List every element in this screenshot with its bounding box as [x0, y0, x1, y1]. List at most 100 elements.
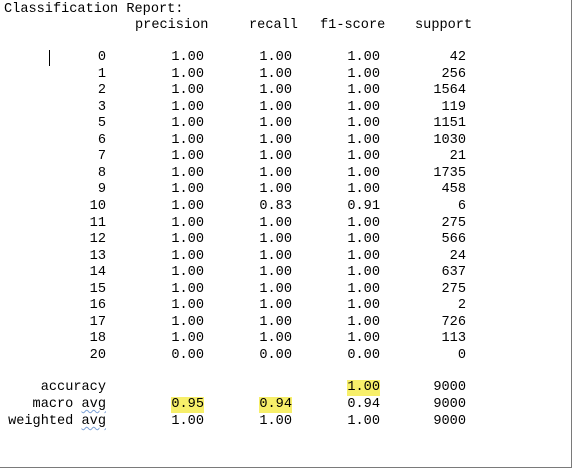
row-recall: 1.00	[259, 116, 292, 132]
text-area[interactable]: Classification Report: precision recall …	[0, 0, 572, 468]
row-support: 256	[441, 66, 466, 82]
row-label: 5	[97, 116, 106, 132]
row-f1-score: 1.00	[347, 149, 380, 165]
header-support: support	[415, 18, 473, 33]
row-precision: 1.00	[171, 248, 204, 264]
row-f1-score: 1.00	[347, 182, 380, 198]
row-precision: 1.00	[171, 298, 204, 314]
row-f1-score: 1.00	[347, 281, 380, 297]
row-support: 566	[441, 232, 466, 248]
row-recall: 1.00	[259, 83, 292, 99]
row-precision: 1.00	[171, 99, 204, 115]
row-recall: 1.00	[259, 149, 292, 165]
row-support: 21	[449, 149, 466, 165]
row-f1-score: 1.00	[347, 99, 380, 115]
row-label: 6	[97, 132, 106, 148]
row-f1-score: 0.91	[347, 198, 380, 214]
row-support: 119	[441, 99, 466, 115]
row-precision: 1.00	[171, 182, 204, 198]
header-recall: recall	[249, 18, 298, 33]
row-precision: 1.00	[171, 50, 204, 65]
row-f1-score: 1.00	[347, 165, 380, 181]
row-precision: 1.00	[171, 116, 204, 132]
header-f1-score: f1-score	[320, 18, 386, 33]
row-f1-score: 1.00	[347, 331, 380, 347]
row-recall: 1.00	[259, 298, 292, 314]
row-recall: 1.00	[259, 314, 292, 330]
row-f1-score: 1.00	[347, 248, 380, 264]
macro-avg-f1: 0.94	[347, 397, 380, 412]
weighted-avg-recall: 1.00	[259, 414, 292, 429]
row-precision: 1.00	[171, 232, 204, 248]
row-f1-score: 0.00	[347, 347, 380, 363]
macro-avg-support: 9000	[433, 397, 466, 412]
row-precision: 1.00	[171, 83, 204, 99]
header-precision: precision	[135, 18, 209, 33]
row-precision: 1.00	[171, 331, 204, 347]
row-support: 42	[449, 50, 466, 65]
row-recall: 1.00	[259, 281, 292, 297]
row-label: 7	[97, 149, 106, 165]
row-f1-score: 1.00	[347, 66, 380, 82]
row-label: 3	[97, 99, 106, 115]
row-label: 2	[97, 83, 106, 99]
weighted-avg-label: weighted avg	[8, 414, 106, 429]
row-support: 2	[457, 298, 466, 314]
row-label: 20	[89, 347, 106, 363]
row-recall: 1.00	[259, 331, 292, 347]
row-recall: 1.00	[259, 265, 292, 281]
row-support: 113	[441, 331, 466, 347]
row-label: 13	[89, 248, 106, 264]
row-recall: 1.00	[259, 248, 292, 264]
row-f1-score: 1.00	[347, 232, 380, 248]
row-support: 1030	[433, 132, 466, 148]
row-label: 12	[89, 232, 106, 248]
row-precision: 1.00	[171, 149, 204, 165]
row-recall: 1.00	[259, 99, 292, 115]
row-support: 1151	[433, 116, 466, 132]
row-support: 275	[441, 281, 466, 297]
row-f1-score: 1.00	[347, 215, 380, 231]
weighted-avg-precision: 1.00	[171, 414, 204, 429]
row-precision: 1.00	[171, 66, 204, 82]
row-precision: 1.00	[171, 265, 204, 281]
row-recall: 0.83	[259, 198, 292, 214]
row-label: 9	[97, 182, 106, 198]
row-f1-score: 1.00	[347, 116, 380, 132]
row-support: 275	[441, 215, 466, 231]
row-support: 726	[441, 314, 466, 330]
row-label: 15	[89, 281, 106, 297]
row-label: 11	[89, 215, 106, 231]
row-recall: 1.00	[259, 215, 292, 231]
row-f1-score: 1.00	[347, 265, 380, 281]
row-precision: 1.00	[171, 198, 204, 214]
row-support: 0	[457, 347, 466, 363]
row-support: 637	[441, 265, 466, 281]
row-f1-score: 1.00	[347, 314, 380, 330]
row-f1-score: 1.00	[347, 132, 380, 148]
row-recall: 1.00	[259, 165, 292, 181]
row-recall: 1.00	[259, 132, 292, 148]
row-recall: 1.00	[259, 50, 292, 65]
accuracy-support: 9000	[433, 380, 466, 395]
row-label: 14	[89, 265, 106, 281]
row-label: 0	[97, 50, 106, 65]
text-cursor	[49, 50, 50, 66]
row-f1-score: 1.00	[347, 50, 380, 65]
report-title: Classification Report:	[4, 2, 184, 17]
row-support: 458	[441, 182, 466, 198]
row-precision: 1.00	[171, 132, 204, 148]
row-precision: 1.00	[171, 165, 204, 181]
row-recall: 0.00	[259, 347, 292, 363]
row-recall: 1.00	[259, 232, 292, 248]
row-label: 16	[89, 298, 106, 314]
row-recall: 1.00	[259, 182, 292, 198]
row-support: 24	[449, 248, 466, 264]
row-label: 17	[89, 314, 106, 330]
row-precision: 0.00	[171, 347, 204, 363]
row-label: 10	[89, 198, 106, 214]
macro-avg-precision: 0.95	[171, 397, 204, 413]
row-precision: 1.00	[171, 281, 204, 297]
row-support: 6	[457, 198, 466, 214]
row-label: 8	[97, 165, 106, 181]
